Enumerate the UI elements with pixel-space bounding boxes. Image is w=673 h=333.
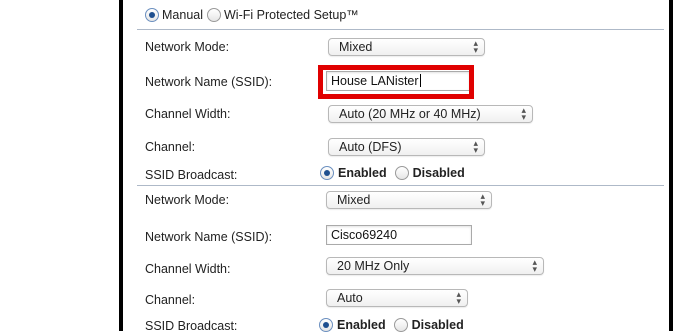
ssid-label: Network Name (SSID): (145, 230, 273, 244)
network-mode-value: Mixed (339, 40, 373, 54)
channel-width-label: Channel Width: (145, 262, 231, 276)
broadcast-disabled-radio[interactable] (393, 318, 408, 332)
channel-width-select[interactable]: 20 MHz Only ▴ ▾ (326, 257, 544, 275)
network-mode-value: Mixed (337, 193, 371, 207)
separator (137, 185, 664, 186)
ssid-broadcast-group: Enabled Disabled (320, 166, 465, 180)
manual-radio[interactable] (145, 8, 159, 22)
select-arrows-icon: ▴ ▾ (456, 289, 461, 306)
ssid-label: Network Name (SSID): (145, 75, 273, 89)
right-border (669, 0, 673, 331)
broadcast-disabled-label: Disabled (411, 318, 464, 332)
channel-width-select[interactable]: Auto (20 MHz or 40 MHz) ▴ ▾ (328, 105, 533, 123)
channel-value: Auto (337, 291, 363, 305)
channel-select[interactable]: Auto ▴ ▾ (326, 289, 468, 307)
select-arrows-icon: ▴ ▾ (532, 257, 537, 274)
select-arrows-icon: ▴ ▾ (473, 138, 478, 155)
channel-select[interactable]: Auto (DFS) ▴ ▾ (328, 138, 485, 156)
select-arrows-icon: ▴ ▾ (480, 191, 485, 208)
channel-width-label: Channel Width: (145, 107, 231, 121)
broadcast-disabled-label: Disabled (412, 166, 465, 180)
setup-mode-group: Manual Wi-Fi Protected Setup™ (145, 8, 363, 22)
network-mode-select[interactable]: Mixed ▴ ▾ (326, 191, 492, 209)
ssid-broadcast-group: Enabled Disabled (319, 318, 464, 332)
network-mode-label: Network Mode: (145, 40, 230, 54)
ssid-highlight-box (318, 65, 474, 99)
ssid-broadcast-label: SSID Broadcast: (145, 168, 238, 182)
wps-label: Wi-Fi Protected Setup™ (224, 8, 359, 22)
wireless-settings-panel: Manual Wi-Fi Protected Setup™ Network Mo… (123, 0, 669, 333)
broadcast-enabled-radio[interactable] (320, 166, 334, 180)
select-arrows-icon: ▴ ▾ (521, 105, 526, 122)
ssid-input[interactable]: Cisco69240 (326, 225, 472, 245)
wps-radio[interactable] (207, 8, 221, 22)
broadcast-enabled-label: Enabled (337, 318, 386, 332)
separator (137, 29, 664, 30)
broadcast-disabled-radio[interactable] (394, 166, 409, 180)
channel-value: Auto (DFS) (339, 140, 402, 154)
ssid-value: Cisco69240 (331, 228, 398, 242)
network-mode-label: Network Mode: (145, 193, 230, 207)
channel-label: Channel: (145, 293, 196, 307)
channel-width-value: 20 MHz Only (337, 259, 410, 273)
channel-width-value: Auto (20 MHz or 40 MHz) (339, 107, 481, 121)
select-arrows-icon: ▴ ▾ (473, 38, 478, 55)
channel-label: Channel: (145, 140, 196, 154)
broadcast-enabled-label: Enabled (338, 166, 387, 180)
manual-label: Manual (162, 8, 203, 22)
broadcast-enabled-radio[interactable] (319, 318, 333, 332)
network-mode-select[interactable]: Mixed ▴ ▾ (328, 38, 485, 56)
